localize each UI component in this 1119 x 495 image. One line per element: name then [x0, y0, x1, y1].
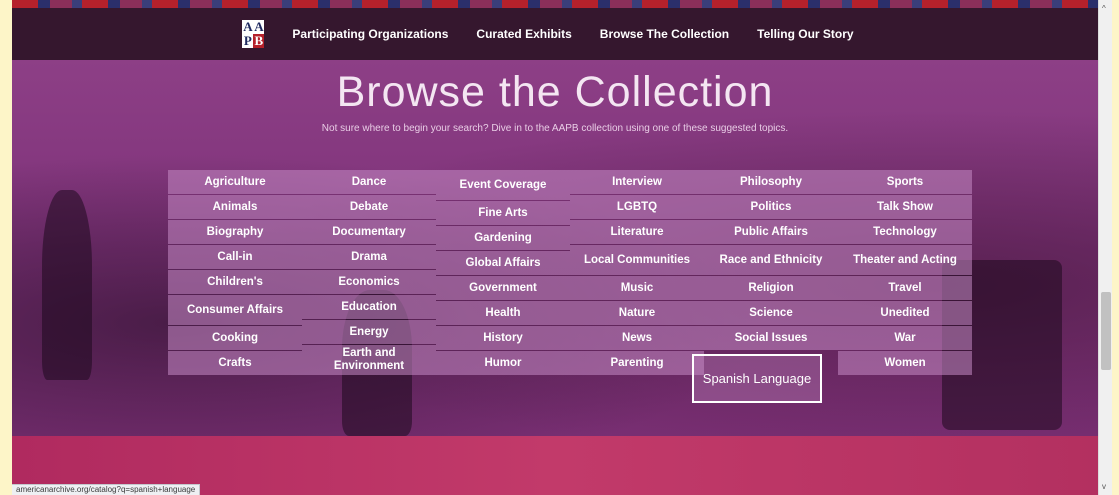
- topic-government[interactable]: Government: [436, 276, 570, 300]
- topic-talk-show[interactable]: Talk Show: [838, 195, 972, 219]
- topic-biography[interactable]: Biography: [168, 220, 302, 244]
- topic-interview[interactable]: Interview: [570, 170, 704, 194]
- top-color-stripe: [12, 0, 1098, 8]
- topic-nature[interactable]: Nature: [570, 301, 704, 325]
- topic-public-affairs[interactable]: Public Affairs: [704, 220, 838, 244]
- background-figure: [42, 190, 92, 380]
- topic-global-affairs[interactable]: Global Affairs: [436, 251, 570, 275]
- topic-dance[interactable]: Dance: [302, 170, 436, 194]
- topic-health[interactable]: Health: [436, 301, 570, 325]
- browse-hero: Browse the Collection Not sure where to …: [12, 60, 1098, 436]
- nav-curated-exhibits[interactable]: Curated Exhibits: [476, 27, 571, 41]
- topic-column-1: Agriculture Animals Biography Call-in Ch…: [168, 170, 302, 375]
- topic-history[interactable]: History: [436, 326, 570, 350]
- topic-parenting[interactable]: Parenting: [570, 351, 704, 375]
- topic-gardening[interactable]: Gardening: [436, 226, 570, 250]
- topic-spanish-language[interactable]: Spanish Language: [692, 354, 822, 403]
- topic-animals[interactable]: Animals: [168, 195, 302, 219]
- topic-humor[interactable]: Humor: [436, 351, 570, 375]
- logo-letter: P: [242, 33, 254, 48]
- nav-browse-the-collection[interactable]: Browse The Collection: [600, 27, 729, 41]
- topic-travel[interactable]: Travel: [838, 276, 972, 300]
- topic-documentary[interactable]: Documentary: [302, 220, 436, 244]
- topic-local-communities[interactable]: Local Communities: [570, 245, 704, 275]
- topic-politics[interactable]: Politics: [704, 195, 838, 219]
- page-subtitle: Not sure where to begin your search? Div…: [321, 123, 789, 134]
- topic-theater-and-acting[interactable]: Theater and Acting: [838, 245, 972, 275]
- topic-social-issues[interactable]: Social Issues: [704, 326, 838, 350]
- topic-sports[interactable]: Sports: [838, 170, 972, 194]
- aapb-logo[interactable]: A A P B: [242, 19, 265, 48]
- topic-childrens[interactable]: Children's: [168, 270, 302, 294]
- topic-event-coverage[interactable]: Event Coverage: [436, 170, 570, 200]
- topic-cooking[interactable]: Cooking: [168, 326, 302, 350]
- link-status-bar: americanarchive.org/catalog?q=spanish+la…: [12, 484, 201, 495]
- page-scrollbar[interactable]: ^ v: [1098, 0, 1112, 495]
- topic-debate[interactable]: Debate: [302, 195, 436, 219]
- topic-technology[interactable]: Technology: [838, 220, 972, 244]
- topic-unedited[interactable]: Unedited: [838, 301, 972, 325]
- scroll-up-arrow-icon[interactable]: ^: [1102, 4, 1110, 13]
- topic-column-4: Interview LGBTQ Literature Local Communi…: [570, 170, 704, 375]
- logo-letter: A: [242, 19, 254, 34]
- topic-music[interactable]: Music: [570, 276, 704, 300]
- topic-race-and-ethnicity[interactable]: Race and Ethnicity: [704, 245, 838, 275]
- topic-literature[interactable]: Literature: [570, 220, 704, 244]
- scroll-thumb[interactable]: [1101, 292, 1111, 370]
- topic-agriculture[interactable]: Agriculture: [168, 170, 302, 194]
- topic-lgbtq[interactable]: LGBTQ: [570, 195, 704, 219]
- nav-telling-our-story[interactable]: Telling Our Story: [757, 27, 853, 41]
- topic-drama[interactable]: Drama: [302, 245, 436, 269]
- topic-economics[interactable]: Economics: [302, 270, 436, 294]
- topic-column-3: Event Coverage Fine Arts Gardening Globa…: [436, 170, 570, 375]
- topic-call-in[interactable]: Call-in: [168, 245, 302, 269]
- logo-letter: B: [253, 33, 265, 48]
- logo-letter: A: [253, 19, 265, 34]
- topic-column-5: Philosophy Politics Public Affairs Race …: [692, 170, 838, 403]
- nav-participating-organizations[interactable]: Participating Organizations: [292, 27, 448, 41]
- topic-philosophy[interactable]: Philosophy: [704, 170, 838, 194]
- topic-war[interactable]: War: [838, 326, 972, 350]
- topic-earth-and-environment[interactable]: Earth and Environment: [302, 345, 436, 375]
- site-navbar: A A P B Participating Organizations Cura…: [12, 8, 1098, 60]
- topic-consumer-affairs[interactable]: Consumer Affairs: [168, 295, 302, 325]
- topic-column-2: Dance Debate Documentary Drama Economics…: [302, 170, 436, 375]
- topic-column-6: Sports Talk Show Technology Theater and …: [838, 170, 972, 375]
- topic-crafts[interactable]: Crafts: [168, 351, 302, 375]
- topic-news[interactable]: News: [570, 326, 704, 350]
- topic-science[interactable]: Science: [704, 301, 838, 325]
- browser-viewport: A A P B Participating Organizations Cura…: [12, 0, 1098, 495]
- topic-religion[interactable]: Religion: [704, 276, 838, 300]
- page-title: Browse the Collection: [336, 68, 774, 116]
- topic-education[interactable]: Education: [302, 295, 436, 319]
- topic-women[interactable]: Women: [838, 351, 972, 375]
- scroll-down-arrow-icon[interactable]: v: [1102, 482, 1110, 491]
- topic-energy[interactable]: Energy: [302, 320, 436, 344]
- topic-fine-arts[interactable]: Fine Arts: [436, 201, 570, 225]
